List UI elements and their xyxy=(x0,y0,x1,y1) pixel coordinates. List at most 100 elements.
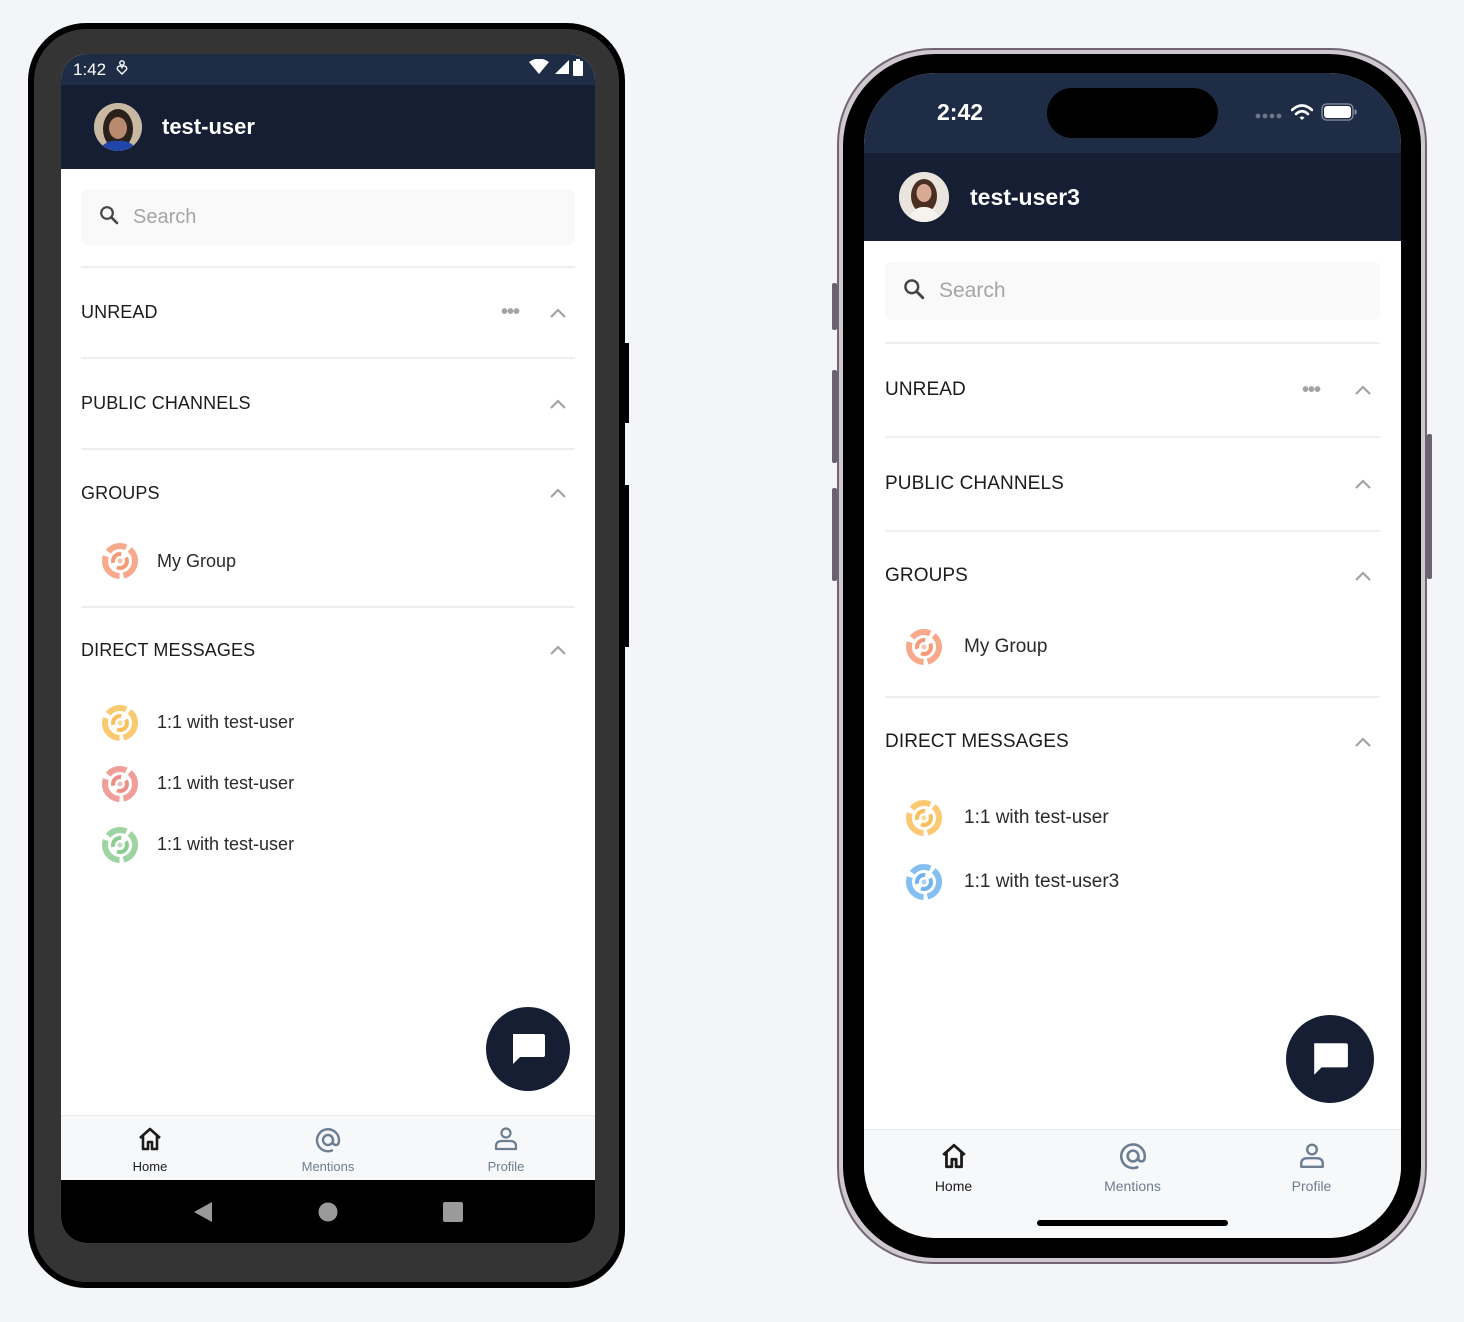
user-avatar[interactable] xyxy=(94,103,142,151)
tab-label: Home xyxy=(934,1178,973,1194)
section-unread[interactable]: UNREAD ••• xyxy=(864,344,1401,436)
dm-item[interactable]: 1:1 with test-user xyxy=(61,753,595,814)
tab-label: Mentions xyxy=(1104,1178,1161,1194)
group-item[interactable]: My Group xyxy=(864,620,1401,674)
group-avatar-icon xyxy=(906,629,942,665)
search-input[interactable] xyxy=(939,279,1321,303)
section-direct-messages[interactable]: DIRECT MESSAGES xyxy=(61,608,595,692)
signal-dots-icon xyxy=(1255,106,1283,124)
group-label: My Group xyxy=(157,550,237,571)
chevron-up-icon[interactable] xyxy=(549,398,567,410)
home-indicator[interactable] xyxy=(1037,1220,1228,1226)
dm-avatar-icon xyxy=(102,765,138,802)
at-icon xyxy=(1119,1143,1146,1170)
chevron-up-icon[interactable] xyxy=(1354,384,1372,396)
accessibility-icon xyxy=(116,60,128,79)
more-options-icon[interactable]: ••• xyxy=(1302,379,1321,402)
dm-avatar-icon xyxy=(102,826,138,863)
section-unread[interactable]: UNREAD ••• xyxy=(61,268,595,357)
android-power-button xyxy=(623,343,629,423)
dm-label: 1:1 with test-user xyxy=(964,807,1109,828)
section-title: GROUPS xyxy=(81,482,160,503)
search-field[interactable] xyxy=(885,262,1380,320)
user-avatar[interactable] xyxy=(899,172,949,222)
home-circle-icon[interactable] xyxy=(318,1202,338,1222)
more-options-icon[interactable]: ••• xyxy=(501,301,520,324)
tab-label: Profile xyxy=(1291,1178,1332,1194)
android-navigation-bar xyxy=(61,1180,595,1243)
dm-item[interactable]: 1:1 with test-user xyxy=(864,786,1401,850)
search-input[interactable] xyxy=(133,205,514,229)
header-username: test-user3 xyxy=(970,183,1080,210)
chevron-up-icon[interactable] xyxy=(549,307,567,319)
channel-list: UNREAD ••• PUBLIC CHANNELS GROUPS My Gro… xyxy=(61,189,595,875)
dm-item[interactable]: 1:1 with test-user xyxy=(61,814,595,875)
section-direct-messages[interactable]: DIRECT MESSAGES xyxy=(864,698,1401,786)
app-header: test-user3 xyxy=(864,153,1401,241)
new-message-fab[interactable] xyxy=(486,1007,570,1091)
tab-mentions[interactable]: Mentions xyxy=(239,1116,417,1180)
user-icon xyxy=(494,1127,518,1151)
dm-item[interactable]: 1:1 with test-user3 xyxy=(864,850,1401,914)
bottom-tab-bar: Home Mentions Profile xyxy=(864,1129,1401,1238)
tab-home[interactable]: Home xyxy=(864,1130,1043,1238)
search-field[interactable] xyxy=(81,189,575,245)
chat-bubble-icon xyxy=(1314,1043,1348,1075)
group-avatar-icon xyxy=(102,543,138,579)
android-status-bar: 1:42 xyxy=(61,54,595,85)
dm-avatar-icon xyxy=(102,704,138,741)
home-icon xyxy=(941,1143,966,1169)
bottom-tab-bar: Home Mentions Profile xyxy=(61,1115,595,1180)
section-title: PUBLIC CHANNELS xyxy=(81,393,251,413)
search-icon xyxy=(99,205,119,230)
dm-label: 1:1 with test-user xyxy=(157,712,295,732)
chevron-up-icon[interactable] xyxy=(549,644,567,656)
battery-icon xyxy=(1321,103,1357,126)
group-item[interactable]: My Group xyxy=(61,536,595,586)
chevron-up-icon[interactable] xyxy=(549,487,567,499)
tab-profile[interactable]: Profile xyxy=(417,1116,595,1180)
wifi-icon xyxy=(1290,103,1314,126)
signal-icon xyxy=(553,59,569,80)
section-title: UNREAD xyxy=(885,379,966,400)
section-title: PUBLIC CHANNELS xyxy=(885,473,1064,494)
at-icon xyxy=(315,1128,341,1153)
dm-avatar-icon xyxy=(906,864,942,900)
section-title: UNREAD xyxy=(81,302,158,322)
section-public-channels[interactable]: PUBLIC CHANNELS xyxy=(864,438,1401,530)
recents-icon[interactable] xyxy=(442,1201,463,1222)
group-label: My Group xyxy=(964,636,1048,657)
home-icon xyxy=(139,1127,161,1151)
header-username: test-user xyxy=(162,114,255,139)
channel-list: UNREAD ••• PUBLIC CHANNELS GROUPS My Gro… xyxy=(864,262,1401,914)
dm-avatar-icon xyxy=(906,800,942,836)
chevron-up-icon[interactable] xyxy=(1354,478,1372,490)
search-icon xyxy=(903,278,925,305)
iphone-power-button xyxy=(1427,434,1432,579)
back-icon[interactable] xyxy=(193,1201,213,1223)
status-time: 1:42 xyxy=(73,59,107,79)
tab-home[interactable]: Home xyxy=(61,1116,239,1180)
iphone-screen: 2:42 test-user3 UNREAD ••• xyxy=(864,73,1401,1238)
chevron-up-icon[interactable] xyxy=(1354,570,1372,582)
section-title: DIRECT MESSAGES xyxy=(81,639,256,660)
android-screen: 1:42 test-user UNREAD ••• xyxy=(61,54,595,1243)
status-time: 2:42 xyxy=(937,99,984,125)
tab-label: Home xyxy=(132,1159,168,1174)
new-message-fab[interactable] xyxy=(1286,1015,1374,1103)
chevron-up-icon[interactable] xyxy=(1354,736,1372,748)
app-header: test-user xyxy=(61,85,595,169)
section-groups[interactable]: GROUPS xyxy=(61,450,595,536)
section-title: GROUPS xyxy=(885,565,968,586)
battery-icon xyxy=(573,58,583,81)
ios-status-bar: 2:42 xyxy=(864,73,1401,153)
android-volume-button xyxy=(623,485,629,647)
tab-label: Profile xyxy=(487,1159,525,1174)
wifi-icon xyxy=(529,58,549,80)
dynamic-island xyxy=(1047,88,1218,138)
section-groups[interactable]: GROUPS xyxy=(864,532,1401,620)
section-public-channels[interactable]: PUBLIC CHANNELS xyxy=(61,359,595,448)
tab-profile[interactable]: Profile xyxy=(1222,1130,1401,1238)
dm-item[interactable]: 1:1 with test-user xyxy=(61,692,595,753)
section-title: DIRECT MESSAGES xyxy=(885,731,1069,752)
